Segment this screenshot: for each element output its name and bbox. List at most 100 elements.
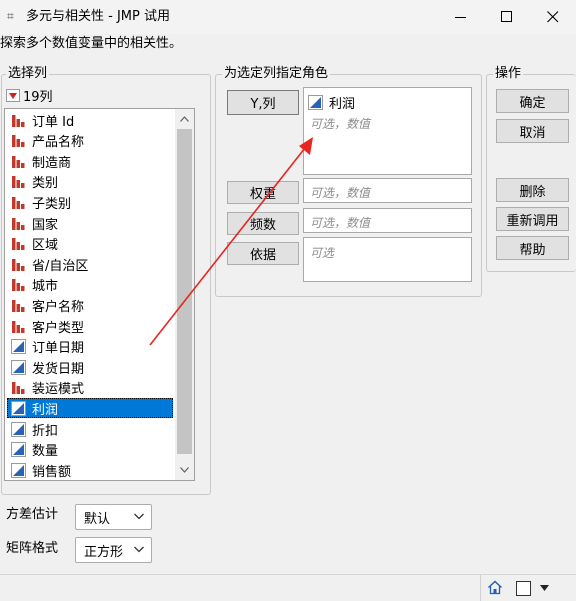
- frequency-role-placeholder: 可选，数值: [310, 216, 371, 230]
- list-item-label: 订单日期: [32, 341, 85, 357]
- frequency-role-box[interactable]: 可选，数值: [303, 208, 472, 233]
- list-item[interactable]: 省/自治区: [7, 254, 173, 274]
- window-list-icon[interactable]: [516, 581, 531, 596]
- list-item-label: 类别: [32, 176, 59, 192]
- maximize-icon: [501, 11, 512, 22]
- status-divider: [480, 575, 481, 601]
- list-item-label: 数量: [32, 444, 59, 460]
- list-item[interactable]: 城市: [7, 275, 173, 295]
- y-role-value: 利润: [329, 97, 356, 112]
- list-item[interactable]: 区域: [7, 234, 173, 254]
- y-columns-button[interactable]: Y,列: [227, 90, 299, 115]
- list-item-label: 利润: [32, 402, 59, 418]
- column-count-dropdown[interactable]: 19列: [6, 86, 53, 105]
- continuous-triangle-icon: [11, 421, 26, 437]
- remove-button[interactable]: 删除: [496, 178, 569, 202]
- list-item[interactable]: 折扣: [7, 419, 173, 439]
- list-item-label: 国家: [32, 217, 59, 233]
- nominal-bar-icon: [12, 258, 25, 271]
- help-button[interactable]: 帮助: [496, 236, 569, 260]
- status-bar: [0, 574, 576, 601]
- scroll-down-icon[interactable]: [180, 467, 189, 473]
- list-item[interactable]: 产品名称: [7, 131, 173, 151]
- chevron-down-icon: [134, 513, 144, 520]
- list-item[interactable]: 装运模式: [7, 378, 173, 398]
- matrix-format-select[interactable]: 正方形: [75, 537, 152, 563]
- home-icon[interactable]: [487, 580, 503, 595]
- list-item-label: 装运模式: [32, 382, 85, 398]
- nominal-bar-icon: [12, 382, 25, 395]
- list-item-label: 城市: [32, 279, 59, 295]
- minimize-icon: [455, 17, 466, 18]
- matrix-format-label: 矩阵格式: [6, 541, 59, 556]
- caret-down-icon[interactable]: [540, 585, 549, 591]
- list-item-label: 客户类型: [32, 320, 85, 336]
- select-columns-legend: 选择列: [6, 66, 50, 82]
- list-item-label: 订单 Id: [32, 114, 75, 130]
- list-item[interactable]: 国家: [7, 213, 173, 233]
- weight-button[interactable]: 权重: [227, 181, 299, 204]
- column-list[interactable]: 订单 Id 产品名称制造商类别子类别国家区域省/自治区城市 客户名称客户类型订单日期…: [4, 108, 195, 481]
- app-icon: ⌗: [7, 9, 14, 23]
- list-item[interactable]: 利润: [7, 398, 173, 419]
- list-item-label: 折扣: [32, 423, 59, 439]
- nominal-bar-icon: [12, 299, 25, 312]
- minimize-button[interactable]: [438, 0, 484, 34]
- nominal-bar-icon: [12, 238, 25, 251]
- list-item[interactable]: 销售额: [7, 460, 173, 480]
- nominal-bar-icon: [12, 114, 25, 127]
- y-role-item[interactable]: 利润: [308, 93, 355, 112]
- continuous-triangle-icon: [11, 400, 26, 416]
- close-button[interactable]: [530, 0, 576, 34]
- nominal-bar-icon: [12, 135, 25, 148]
- continuous-triangle-icon: [308, 95, 323, 110]
- frequency-button[interactable]: 频数: [227, 212, 299, 235]
- dialog-description: 探索多个数值变量中的相关性。: [0, 36, 183, 51]
- action-legend: 操作: [493, 66, 524, 82]
- list-item[interactable]: 类别: [7, 172, 173, 192]
- list-item-label: 销售额: [32, 464, 72, 480]
- list-item[interactable]: 数量: [7, 440, 173, 460]
- maximize-button[interactable]: [484, 0, 530, 34]
- list-scrollbar[interactable]: [175, 109, 194, 480]
- by-button[interactable]: 依据: [227, 242, 299, 265]
- variance-estimate-value: 默认: [84, 511, 111, 527]
- matrix-format-value: 正方形: [84, 544, 124, 560]
- by-role-box[interactable]: 可选: [303, 237, 472, 282]
- close-icon: [547, 11, 559, 23]
- variance-estimate-select[interactable]: 默认: [75, 504, 152, 530]
- scrollbar-thumb[interactable]: [177, 129, 192, 454]
- ok-button[interactable]: 确定: [496, 89, 569, 113]
- list-item[interactable]: 客户名称: [7, 295, 173, 315]
- nominal-bar-icon: [12, 176, 25, 189]
- cancel-button[interactable]: 取消: [496, 119, 569, 143]
- nominal-bar-icon: [12, 217, 25, 230]
- list-item-label: 发货日期: [32, 361, 85, 377]
- list-item-label: 制造商: [32, 155, 72, 171]
- continuous-triangle-icon: [11, 359, 26, 375]
- list-item-label: 产品名称: [32, 135, 85, 151]
- list-item-label: 区域: [32, 238, 59, 254]
- window-title: 多元与相关性 - JMP 试用: [26, 9, 170, 24]
- scroll-up-icon[interactable]: [180, 116, 189, 122]
- recall-button[interactable]: 重新调用: [496, 207, 569, 231]
- by-role-placeholder: 可选: [310, 246, 335, 260]
- weight-role-box[interactable]: 可选，数值: [303, 178, 472, 203]
- list-item[interactable]: 订单日期: [7, 337, 173, 357]
- variance-estimate-label: 方差估计: [6, 507, 59, 522]
- list-item[interactable]: 订单 Id: [7, 110, 173, 130]
- y-role-box[interactable]: 利润 可选，数值: [303, 87, 472, 175]
- red-triangle-menu-icon: [6, 88, 20, 102]
- list-item[interactable]: 发货日期: [7, 357, 173, 377]
- list-item[interactable]: 子类别: [7, 192, 173, 212]
- list-item-label: 省/自治区: [32, 258, 89, 274]
- list-item[interactable]: 制造商: [7, 151, 173, 171]
- list-item[interactable]: 客户类型: [7, 316, 173, 336]
- continuous-triangle-icon: [11, 462, 26, 478]
- list-item-label: 子类别: [32, 196, 72, 212]
- title-bar: ⌗ 多元与相关性 - JMP 试用: [0, 0, 576, 34]
- continuous-triangle-icon: [11, 339, 26, 355]
- column-count-label: 19列: [23, 89, 53, 105]
- assign-roles-legend: 为选定列指定角色: [222, 66, 331, 82]
- nominal-bar-icon: [12, 196, 25, 209]
